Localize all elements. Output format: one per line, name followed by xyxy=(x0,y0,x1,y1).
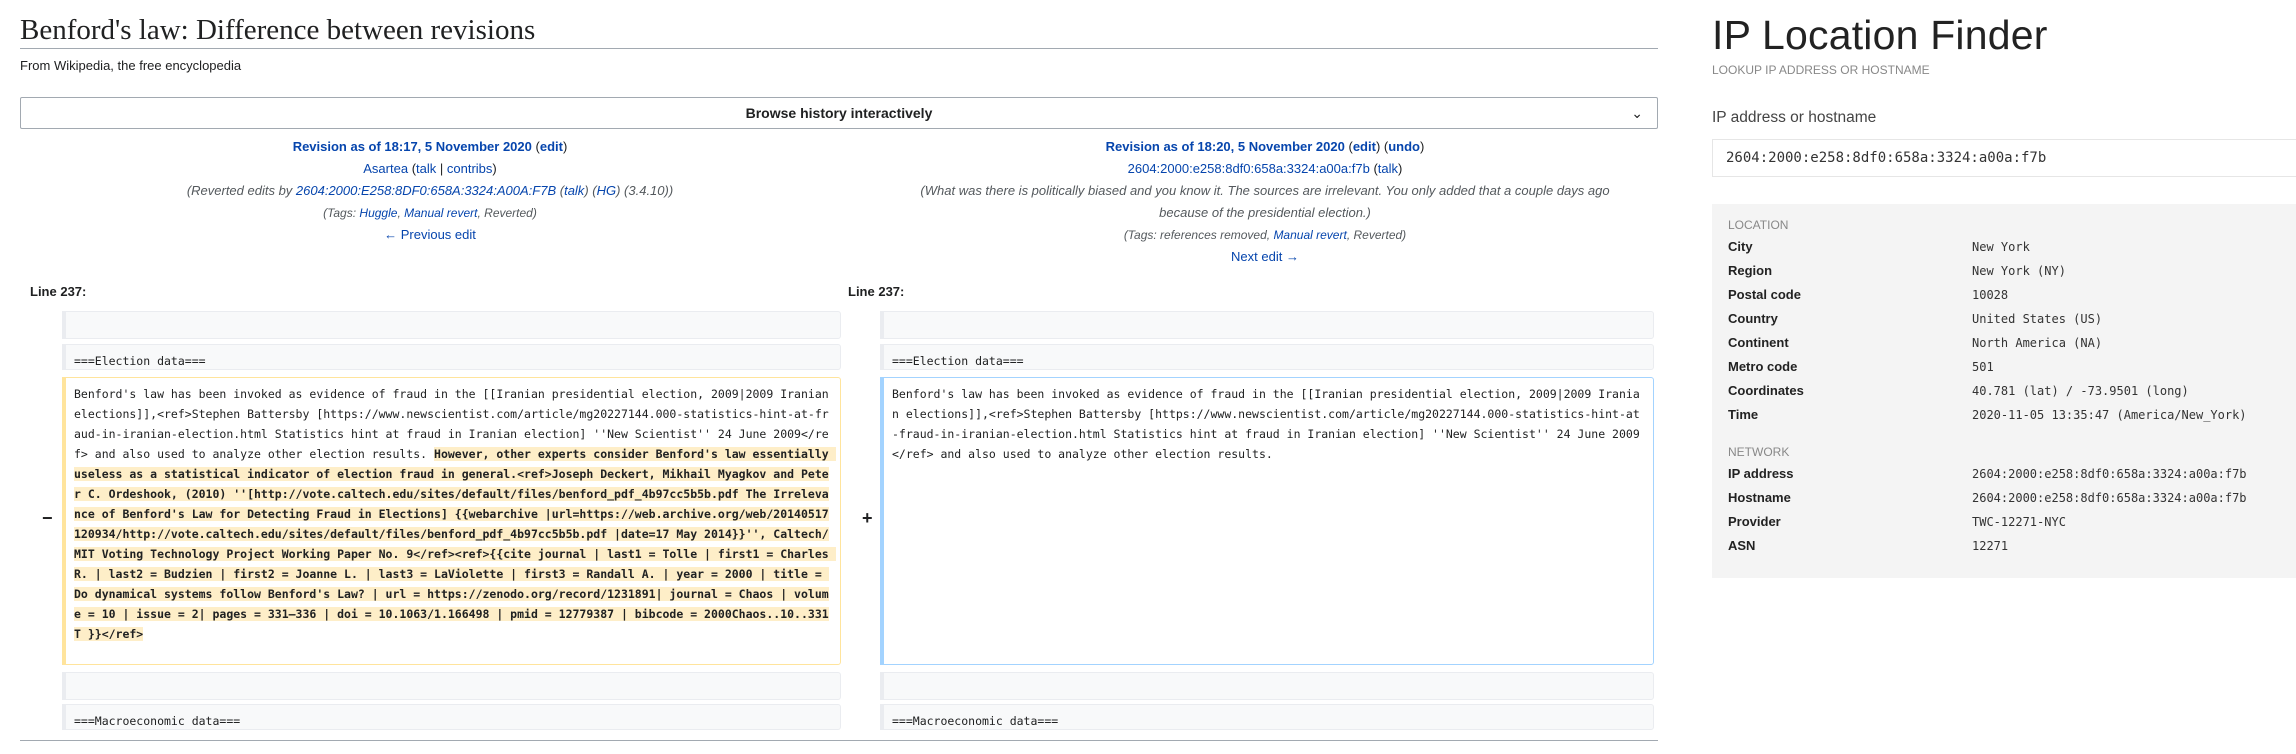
location-key: Metro code xyxy=(1728,359,1798,374)
browse-history-label: Browse history interactively xyxy=(745,105,933,121)
left-contribs-link[interactable]: contribs xyxy=(447,161,493,176)
location-rows: City New York Region New York (NY) Postal co… xyxy=(1728,235,2280,427)
network-row: IP address 2604:2000:e258:8df0:658a:3324:… xyxy=(1728,462,2280,486)
ip-finder-title: IP Location Finder xyxy=(1712,12,2048,58)
network-row: Hostname 2604:2000:e258:8df0:658a:3324:a0… xyxy=(1728,486,2280,510)
location-value: North America (NA) xyxy=(1972,336,2103,350)
location-key: Coordinates xyxy=(1728,383,1804,398)
location-key: Country xyxy=(1728,311,1778,326)
location-key: Postal code xyxy=(1728,287,1801,302)
chevron-down-icon: ⌄ xyxy=(1631,105,1643,121)
location-row: Postal code 10028 xyxy=(1728,283,2280,307)
network-row: Provider TWC-12271-NYC xyxy=(1728,510,2280,534)
diff-added-line: Benford's law has been invoked as eviden… xyxy=(880,377,1654,665)
location-row: Continent North America (NA) xyxy=(1728,331,2280,355)
left-edit-link[interactable]: edit xyxy=(540,139,563,154)
tag-manual-revert-link[interactable]: Manual revert xyxy=(1273,228,1346,242)
network-key: ASN xyxy=(1728,538,1756,553)
location-row: Region New York (NY) xyxy=(1728,259,2280,283)
diff-minus-marker: − xyxy=(42,508,53,528)
ip-results-panel: LOCATION City New York Region New York (NY)… xyxy=(1712,204,2296,578)
reverted-ip-link[interactable]: 2604:2000:E258:8DF0:658A:3324:A00A:F7B xyxy=(296,183,556,198)
diff-context-empty xyxy=(62,672,841,700)
location-value: 501 xyxy=(1972,360,1994,374)
location-key: Region xyxy=(1728,263,1773,278)
undo-link[interactable]: undo xyxy=(1388,139,1420,154)
left-user-link[interactable]: Asartea xyxy=(363,161,408,176)
location-value: New York (NY) xyxy=(1972,264,2066,278)
right-user-link[interactable]: 2604:2000:e258:8df0:658a:3324:a00a:f7b xyxy=(1128,161,1370,176)
location-key: City xyxy=(1728,239,1753,254)
right-edit-link[interactable]: edit xyxy=(1353,139,1376,154)
location-key: Time xyxy=(1728,407,1759,422)
location-value: 40.781 (lat) / -73.9501 (long) xyxy=(1972,384,2189,398)
diff-context-empty xyxy=(62,311,841,339)
divider xyxy=(20,740,1658,741)
wikipedia-diff-panel: Benford's law: Difference between revisi… xyxy=(20,0,1658,754)
tag-huggle-link[interactable]: Huggle xyxy=(359,206,397,220)
previous-edit-link[interactable]: ← Previous edit xyxy=(384,227,476,242)
left-talk-link[interactable]: talk xyxy=(416,161,436,176)
network-rows: IP address 2604:2000:e258:8df0:658a:3324:… xyxy=(1728,462,2280,558)
ip-location-finder-panel: IP Location Finder LOOKUP IP ADDRESS OR … xyxy=(1712,0,2296,754)
location-row: Metro code 501 xyxy=(1728,355,2280,379)
diff-context-empty xyxy=(880,311,1654,339)
left-revision-info: Revision as of 18:17, 5 November 2020 (e… xyxy=(20,136,840,246)
network-key: Provider xyxy=(1728,514,1781,529)
reverted-ip-talk-link[interactable]: talk xyxy=(564,183,584,198)
network-value: TWC-12271-NYC xyxy=(1972,515,2066,529)
left-edit-summary: (Reverted edits by 2604:2000:E258:8DF0:6… xyxy=(186,183,674,198)
ip-field-label: IP address or hostname xyxy=(1712,109,1877,126)
location-row: Time 2020-11-05 13:35:47 (America/New_Yor… xyxy=(1728,403,2280,427)
network-value: 2604:2000:e258:8df0:658a:3324:a00a:f7b xyxy=(1972,467,2247,481)
left-revision-link[interactable]: Revision as of 18:17, 5 November 2020 xyxy=(293,139,532,154)
diff-plus-marker: + xyxy=(862,508,873,528)
tag-manual-revert-link[interactable]: Manual revert xyxy=(404,206,477,220)
diff-context-empty xyxy=(880,672,1654,700)
network-value: 12271 xyxy=(1972,539,2009,553)
revision-headers: Revision as of 18:17, 5 November 2020 (e… xyxy=(20,136,1658,264)
page-tagline: From Wikipedia, the free encyclopedia xyxy=(20,58,242,73)
ip-finder-subtitle: LOOKUP IP ADDRESS OR HOSTNAME xyxy=(1712,63,1930,77)
network-key: IP address xyxy=(1728,466,1794,481)
next-edit-link[interactable]: Next edit → xyxy=(1231,249,1299,264)
huggle-link[interactable]: HG xyxy=(597,183,617,198)
diff-context-line: ===Election data=== xyxy=(880,344,1654,370)
diff-context-line: ===Macroeconomic data=== xyxy=(880,704,1654,730)
location-section-header: LOCATION xyxy=(1728,218,1789,232)
right-edit-summary: (What was there is politically biased an… xyxy=(920,183,1610,220)
right-tags: (Tags: references removed, Manual revert… xyxy=(1123,228,1407,242)
left-tags: (Tags: Huggle, Manual revert, Reverted) xyxy=(323,206,537,220)
location-row: City New York xyxy=(1728,235,2280,259)
location-value: United States (US) xyxy=(1972,312,2103,326)
location-row: Country United States (US) xyxy=(1728,307,2280,331)
network-value: 2604:2000:e258:8df0:658a:3324:a00a:f7b xyxy=(1972,491,2247,505)
ip-address-input[interactable]: 2604:2000:e258:8df0:658a:3324:a00a:f7b xyxy=(1712,139,2296,177)
right-revision-info: Revision as of 18:20, 5 November 2020 (e… xyxy=(860,136,1670,268)
diff-context-line: ===Election data=== xyxy=(62,344,841,370)
browse-history-button[interactable]: Browse history interactively ⌄ xyxy=(20,97,1658,129)
network-row: ASN 12271 xyxy=(1728,534,2280,558)
deleted-highlighted-text: However, other experts consider Benford'… xyxy=(74,447,836,641)
network-section-header: NETWORK xyxy=(1728,445,1790,459)
location-value: New York xyxy=(1972,240,2030,254)
location-value: 2020-11-05 13:35:47 (America/New_York) xyxy=(1972,408,2247,422)
diff-context-line: ===Macroeconomic data=== xyxy=(62,704,841,730)
right-talk-link[interactable]: talk xyxy=(1378,161,1398,176)
location-row: Coordinates 40.781 (lat) / -73.9501 (long… xyxy=(1728,379,2280,403)
line-number-left: Line 237: xyxy=(30,284,87,299)
location-key: Continent xyxy=(1728,335,1789,350)
location-value: 10028 xyxy=(1972,288,2009,302)
right-revision-link[interactable]: Revision as of 18:20, 5 November 2020 xyxy=(1106,139,1345,154)
diff-deleted-line: Benford's law has been invoked as eviden… xyxy=(62,377,841,665)
page-title: Benford's law: Difference between revisi… xyxy=(20,0,1658,49)
line-number-right: Line 237: xyxy=(848,284,905,299)
network-key: Hostname xyxy=(1728,490,1791,505)
